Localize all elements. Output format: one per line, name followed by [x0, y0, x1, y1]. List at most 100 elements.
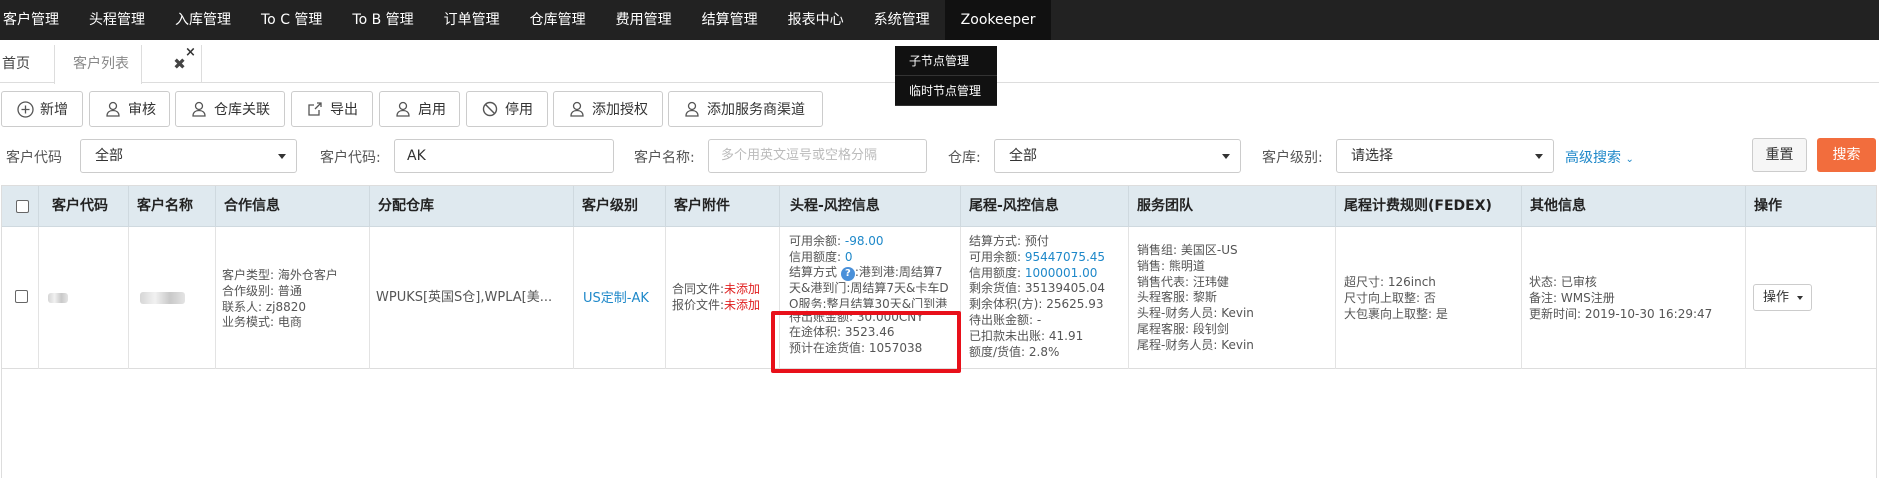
warehouse-select[interactable]: 全部	[994, 139, 1241, 173]
level-link[interactable]: US定制-AK	[583, 291, 649, 307]
highlight-box	[771, 311, 961, 373]
quote-file-status[interactable]: 未添加	[724, 298, 760, 312]
nav-toc[interactable]: To C 管理	[246, 0, 337, 40]
disable-button[interactable]: 停用	[466, 91, 548, 127]
col-customer-name[interactable]: 客户名称	[129, 186, 216, 227]
chevron-down-icon	[1222, 154, 1230, 159]
nav-inbound[interactable]: 入库管理	[160, 0, 246, 40]
team-tail-cs: 尾程客服: 段钊剑	[1137, 321, 1229, 336]
warehouse-link-button[interactable]: 仓库关联	[175, 91, 285, 127]
tail-balance: 可用余额: 95447075.45	[969, 250, 1105, 266]
nav-fees[interactable]: 费用管理	[601, 0, 687, 40]
redacted-value	[140, 292, 185, 304]
warehouse-cell: WPUKS[英国S仓],WPLA[美...	[370, 227, 574, 369]
col-head-risk[interactable]: 头程-风控信息	[780, 186, 961, 227]
other-remark: 备注: WMS注册	[1529, 290, 1615, 305]
audit-label: 审核	[128, 102, 156, 118]
row-actions-dropdown[interactable]: 操作	[1753, 284, 1812, 311]
tail-risk-cell: 结算方式: 预付 可用余额: 95447075.45 信用额度: 1000001…	[961, 227, 1129, 369]
col-fedex-rules[interactable]: 尾程计费规则(FEDEX)	[1336, 186, 1522, 227]
tail-credit: 信用额度: 1000001.00	[969, 266, 1105, 282]
add-label: 新增	[40, 102, 68, 118]
advanced-search-label: 高级搜索	[1565, 150, 1621, 166]
nav-reports[interactable]: 报表中心	[773, 0, 859, 40]
nav-orders[interactable]: 订单管理	[429, 0, 515, 40]
head-balance-value[interactable]: -98.00	[845, 234, 884, 248]
head-credit: 信用额度: 0	[789, 250, 949, 266]
service-team-cell: 销售组: 美国区-US 销售: 熊明道 销售代表: 汪玮健 头程客服: 黎斯 头…	[1129, 227, 1336, 369]
attachments-cell: 合同文件:未添加 报价文件:未添加	[666, 227, 780, 369]
other-updated: 更新时间: 2019-10-30 16:29:47	[1529, 306, 1713, 321]
tail-balance-value[interactable]: 95447075.45	[1025, 250, 1105, 264]
nav-settlement[interactable]: 结算管理	[687, 0, 773, 40]
customer-level-select[interactable]: 请选择	[1336, 139, 1554, 173]
other-info-lines: 状态: 已审核 备注: WMS注册 更新时间: 2019-10-30 16:29…	[1529, 275, 1712, 322]
contract-file-status[interactable]: 未添加	[724, 282, 760, 296]
menu-temp-node[interactable]: 临时节点管理	[895, 76, 997, 106]
col-tail-risk[interactable]: 尾程-风控信息	[961, 186, 1129, 227]
audit-button[interactable]: 审核	[89, 91, 170, 127]
enable-button[interactable]: 启用	[379, 91, 460, 127]
row-select-cell	[2, 227, 39, 369]
team-tail-finance: 尾程-财务人员: Kevin	[1137, 337, 1254, 352]
add-provider-channel-button[interactable]: 添加服务商渠道	[668, 91, 823, 127]
advanced-search-link[interactable]: 高级搜索 ⌄	[1565, 147, 1634, 167]
coop-info-cell: 客户类型: 海外仓客户 合作级别: 普通 联系人: zj8820 业务模式: 电…	[216, 227, 370, 369]
head-settle-line-1: :港到港:周结算7	[854, 265, 943, 279]
head-settle: 结算方式 ?:港到港:周结算7	[789, 265, 949, 281]
col-service-team[interactable]: 服务团队	[1129, 186, 1336, 227]
col-level[interactable]: 客户级别	[574, 186, 666, 227]
top-nav: 客户管理 头程管理 入库管理 To C 管理 To B 管理 订单管理 仓库管理…	[0, 0, 1879, 40]
tail-credit-value[interactable]: 1000001.00	[1025, 266, 1098, 280]
chevron-down-icon	[1535, 154, 1543, 159]
customer-code-select[interactable]: 全部	[80, 139, 297, 173]
col-coop-info[interactable]: 合作信息	[216, 186, 370, 227]
add-button[interactable]: 新增	[1, 91, 83, 127]
close-all-tabs-icon[interactable]: ✖	[158, 45, 202, 83]
quote-file: 报价文件:未添加	[672, 298, 760, 314]
head-settle-label: 结算方式	[789, 265, 838, 279]
col-actions: 操作	[1754, 198, 1782, 214]
add-auth-button[interactable]: 添加授权	[553, 91, 663, 127]
menu-child-node[interactable]: 子节点管理	[895, 46, 997, 76]
tail-balance-label: 可用余额:	[969, 249, 1022, 264]
nav-zookeeper[interactable]: Zookeeper	[944, 0, 1052, 40]
other-status: 状态: 已审核	[1529, 275, 1597, 289]
coop-level: 合作级别: 普通	[222, 283, 302, 298]
tab-customer-list[interactable]: 客户列表 ×	[54, 45, 196, 84]
attachment-lines: 合同文件:未添加 报价文件:未添加	[672, 282, 760, 314]
plus-circle-icon	[16, 100, 34, 118]
nav-system[interactable]: 系统管理	[859, 0, 945, 40]
user-icon	[568, 100, 586, 118]
tail-stock-volume: 剩余体积(方): 25625.93	[969, 297, 1104, 312]
reset-button[interactable]: 重置	[1752, 138, 1807, 172]
nav-first-leg[interactable]: 头程管理	[74, 0, 160, 40]
col-attachments[interactable]: 客户附件	[666, 186, 780, 227]
search-button[interactable]: 搜索	[1817, 138, 1876, 172]
question-icon[interactable]: ?	[840, 267, 855, 281]
head-credit-value[interactable]: 0	[845, 250, 853, 264]
tab-home[interactable]: 首页	[2, 45, 30, 83]
nav-warehouse[interactable]: 仓库管理	[515, 0, 601, 40]
export-button[interactable]: 导出	[291, 91, 373, 127]
customer-name-input[interactable]: 多个用英文逗号或空格分隔	[708, 139, 927, 173]
chevron-down-icon	[278, 154, 286, 159]
customer-name-label: 客户名称:	[634, 150, 695, 166]
nav-tob[interactable]: To B 管理	[337, 0, 428, 40]
select-all-checkbox[interactable]	[16, 200, 29, 213]
customer-code-select-value: 全部	[95, 148, 123, 164]
tail-settle: 结算方式: 预付	[969, 234, 1049, 248]
col-other-info[interactable]: 其他信息	[1522, 186, 1746, 227]
head-balance-label: 可用余额:	[789, 234, 842, 248]
col-customer-code[interactable]: 客户代码	[39, 186, 129, 227]
col-warehouse[interactable]: 分配仓库	[370, 186, 574, 227]
nav-customer[interactable]: 客户管理	[0, 0, 74, 40]
customer-code-input[interactable]: AK	[394, 139, 614, 173]
redacted-value	[48, 293, 68, 303]
row-checkbox[interactable]	[15, 290, 28, 303]
tail-ratio: 额度/货值: 2.8%	[969, 344, 1060, 359]
head-settle-line-3: O服务:整月结算30天&门到港	[789, 296, 948, 308]
tail-pending: 待出账金额: -	[969, 312, 1042, 327]
level-cell: US定制-AK	[574, 227, 666, 369]
tail-deducted: 已扣款未出账: 41.91	[969, 328, 1084, 343]
